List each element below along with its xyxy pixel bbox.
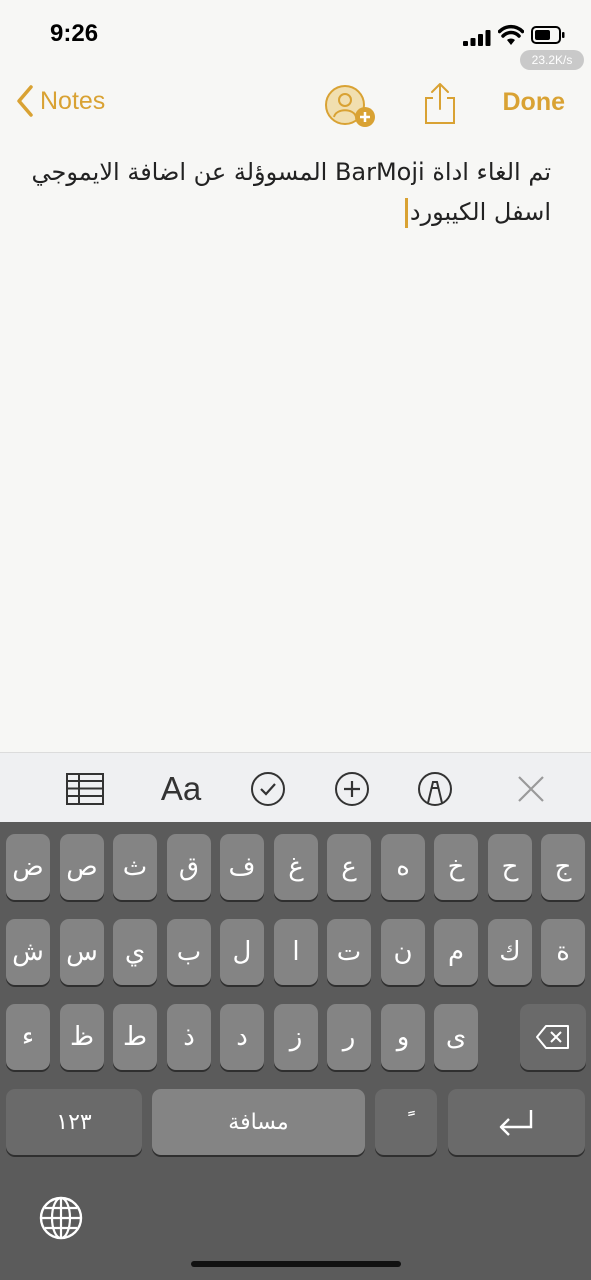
add-person-icon[interactable] [325,83,377,129]
key[interactable]: ك [488,919,532,985]
close-icon [518,776,544,802]
note-line-1: تم الغاء اداة BarMoji المسوؤلة عن اضافة … [31,158,551,186]
nav-bar: Notes Done [0,78,591,134]
plus-circle-icon [335,772,369,806]
text-cursor [404,198,408,228]
return-key[interactable] [448,1089,585,1155]
status-bar: 9:26 23.2K/s [0,0,591,70]
numbers-key[interactable]: ١٢٣ [6,1089,142,1155]
key[interactable]: ط [113,1004,157,1070]
note-line-2-text: اسفل الكيبورد [409,198,551,226]
back-button[interactable]: Notes [16,84,105,118]
key[interactable]: م [434,919,478,985]
key[interactable]: ش [6,919,50,985]
key[interactable]: ه [381,834,425,900]
table-icon [66,773,104,805]
backspace-key[interactable] [520,1004,586,1070]
key[interactable]: د [220,1004,264,1070]
close-toolbar-button[interactable] [511,769,551,809]
note-text[interactable]: تم الغاء اداة BarMoji المسوؤلة عن اضافة … [31,152,551,232]
backspace-icon [536,1025,569,1049]
formatting-toolbar: Aa [0,752,591,823]
key[interactable]: س [60,919,104,985]
key[interactable]: ة [541,919,585,985]
key[interactable]: غ [274,834,318,900]
note-line-2: اسفل الكيبورد [31,192,551,232]
key[interactable]: ج [541,834,585,900]
key[interactable]: و [381,1004,425,1070]
return-icon [499,1110,532,1136]
key[interactable]: ر [327,1004,371,1070]
insert-button[interactable] [332,769,372,809]
wifi-icon [498,24,524,45]
key[interactable]: ث [113,834,157,900]
arabic-keyboard: ج ح خ ه ع غ ف ق ث ص ض ة ك م ن ت ا ل ب ي … [0,822,591,1280]
key[interactable]: ص [60,834,104,900]
key[interactable]: ض [6,834,50,900]
table-button[interactable] [65,769,105,809]
key[interactable]: ل [220,919,264,985]
key[interactable]: ي [113,919,157,985]
key[interactable]: ز [274,1004,318,1070]
key[interactable]: ء [6,1004,50,1070]
network-speed-badge: 23.2K/s [520,50,584,70]
checklist-icon [251,772,285,806]
done-button[interactable]: Done [503,88,566,117]
battery-icon [531,26,565,44]
key[interactable]: ظ [60,1004,104,1070]
globe-icon[interactable] [38,1195,84,1241]
pen-circle-icon [418,772,452,806]
format-button[interactable]: Aa [157,769,205,809]
key[interactable]: ن [381,919,425,985]
key[interactable]: ح [488,834,532,900]
note-editor[interactable]: تم الغاء اداة BarMoji المسوؤلة عن اضافة … [0,140,591,752]
key[interactable]: ذ [167,1004,211,1070]
space-key[interactable]: مسافة [152,1089,365,1155]
checklist-button[interactable] [248,769,288,809]
share-icon[interactable] [423,81,457,125]
key[interactable]: ى [434,1004,478,1070]
back-button-label: Notes [40,86,106,115]
key[interactable]: ق [167,834,211,900]
key[interactable]: ا [274,919,318,985]
key[interactable]: ت [327,919,371,985]
key[interactable]: ف [220,834,264,900]
markup-button[interactable] [415,769,455,809]
diacritics-key[interactable]: ًً [375,1089,437,1155]
key[interactable]: ع [327,834,371,900]
key[interactable]: ب [167,919,211,985]
chevron-left-icon [17,85,33,117]
status-time: 9:26 [50,20,99,47]
key[interactable]: خ [434,834,478,900]
signal-icon [463,30,491,46]
home-indicator [191,1261,401,1267]
